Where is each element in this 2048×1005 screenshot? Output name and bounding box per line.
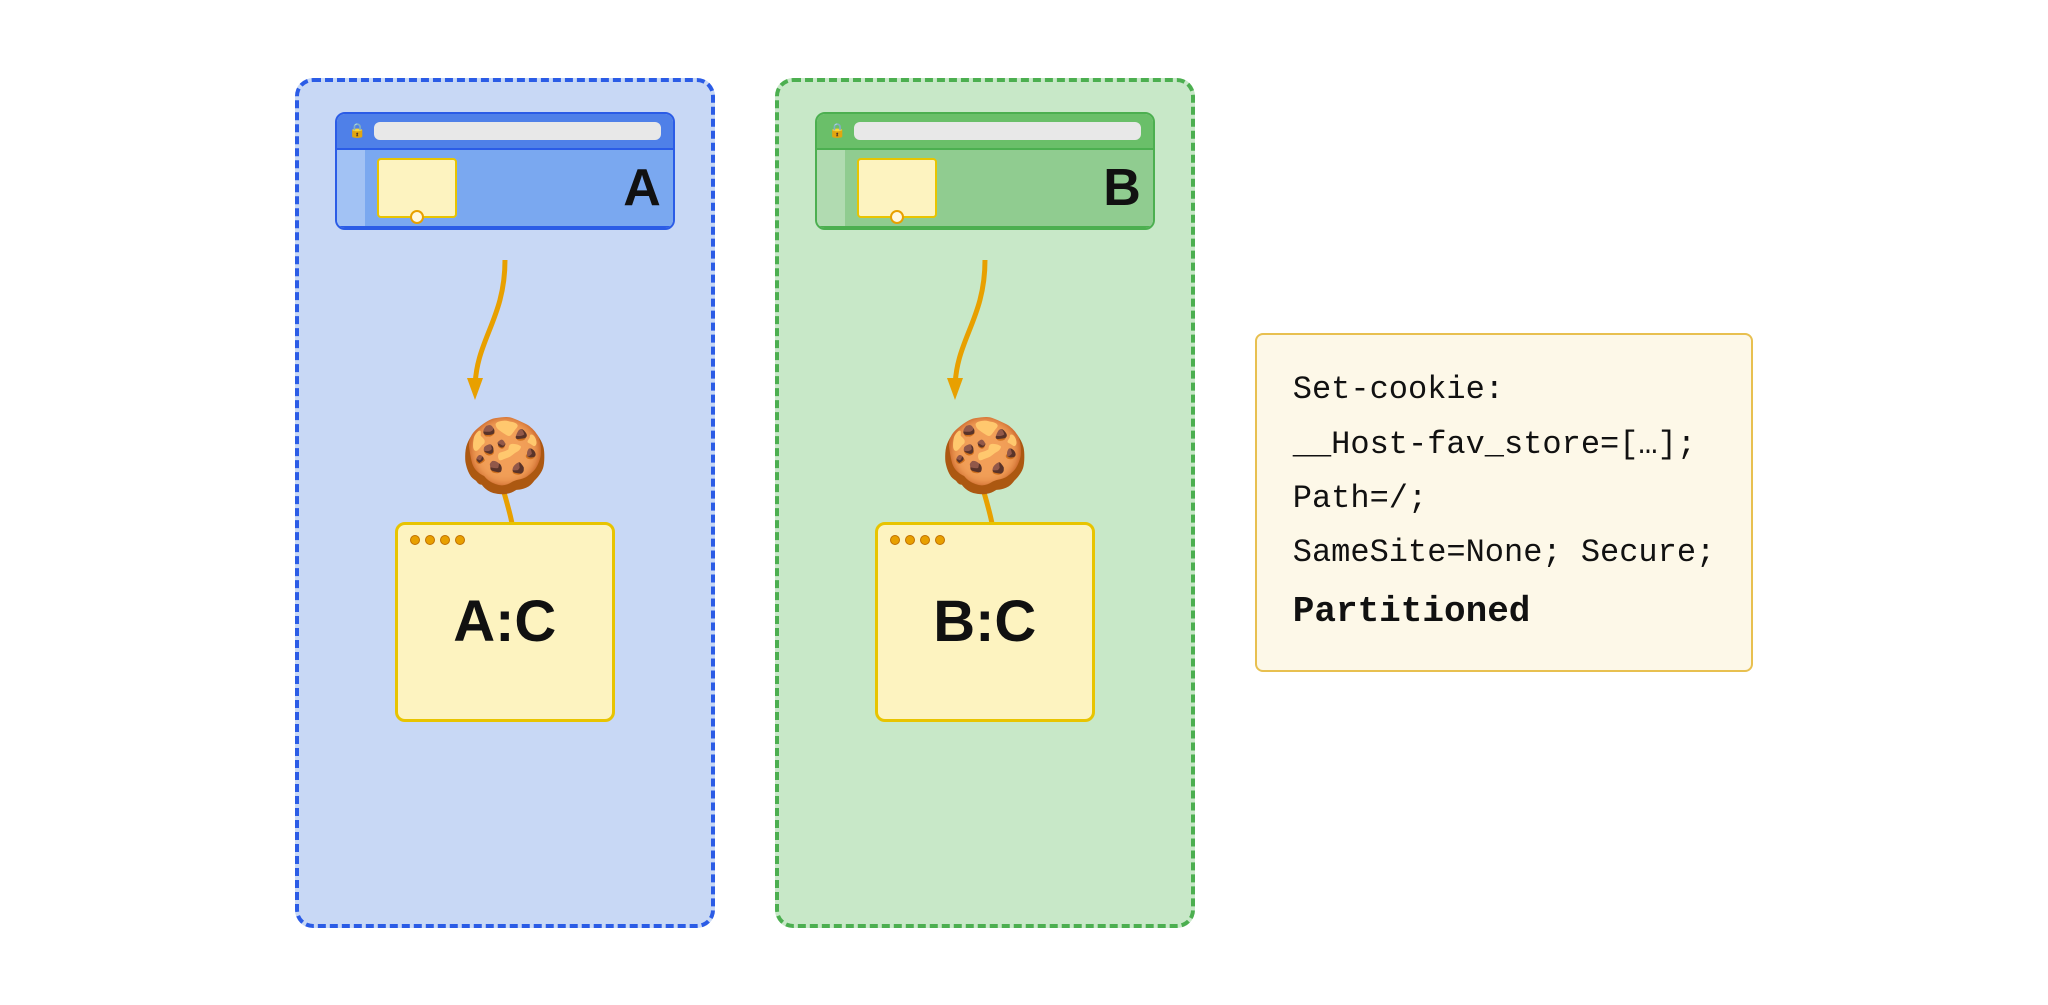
left-dot-2 — [425, 535, 435, 545]
left-browser-window: 🔒 A — [335, 112, 675, 230]
right-inner-box — [857, 158, 937, 218]
right-lock-icon: 🔒 — [829, 122, 846, 139]
right-circle-indicator — [890, 210, 904, 224]
right-storage-area: B:C — [875, 522, 1095, 722]
right-dot-3 — [920, 535, 930, 545]
left-browser-content: A — [337, 150, 673, 228]
left-dot-3 — [440, 535, 450, 545]
left-partition: 🔒 A — [295, 78, 715, 928]
left-browser-main: A — [365, 150, 673, 226]
code-line-1: Set-cookie: — [1293, 363, 1715, 417]
code-line-5: Partitioned — [1293, 581, 1715, 642]
left-inner-box — [377, 158, 457, 218]
right-dot-1 — [890, 535, 900, 545]
left-cookie-emoji: 🍪 — [460, 416, 550, 496]
right-storage-box: B:C — [875, 522, 1095, 722]
right-storage-label: B:C — [933, 588, 1036, 655]
right-dot-2 — [905, 535, 915, 545]
left-circle-indicator — [410, 210, 424, 224]
code-line-3: Path=/; — [1293, 472, 1715, 526]
right-browser-sidebar — [817, 150, 845, 226]
left-browser-sidebar — [337, 150, 365, 226]
right-storage-dots — [890, 535, 945, 545]
left-browser-titlebar: 🔒 — [337, 114, 673, 150]
left-dot-1 — [410, 535, 420, 545]
right-browser-window: 🔒 B — [815, 112, 1155, 230]
right-browser-titlebar: 🔒 — [817, 114, 1153, 150]
right-browser-label: B — [1103, 158, 1141, 218]
code-line-4: SameSite=None; Secure; — [1293, 526, 1715, 580]
left-storage-area: A:C — [395, 522, 615, 722]
left-storage-box: A:C — [395, 522, 615, 722]
left-storage-dots — [410, 535, 465, 545]
left-cookie: 🍪 — [460, 420, 550, 492]
right-cookie: 🍪 — [940, 420, 1030, 492]
right-dot-4 — [935, 535, 945, 545]
right-cookie-emoji: 🍪 — [940, 416, 1030, 496]
left-dot-4 — [455, 535, 465, 545]
code-line-2: __Host-fav_store=[…]; — [1293, 418, 1715, 472]
left-address-bar — [374, 122, 661, 140]
right-address-bar — [854, 122, 1141, 140]
main-container: 🔒 A — [255, 38, 1793, 968]
left-browser-label: A — [623, 158, 661, 218]
right-browser-content: B — [817, 150, 1153, 228]
left-lock-icon: 🔒 — [349, 122, 366, 139]
right-partition: 🔒 B 🍪 — [775, 78, 1195, 928]
left-storage-label: A:C — [453, 588, 556, 655]
code-box: Set-cookie: __Host-fav_store=[…]; Path=/… — [1255, 333, 1753, 672]
right-browser-main: B — [845, 150, 1153, 226]
